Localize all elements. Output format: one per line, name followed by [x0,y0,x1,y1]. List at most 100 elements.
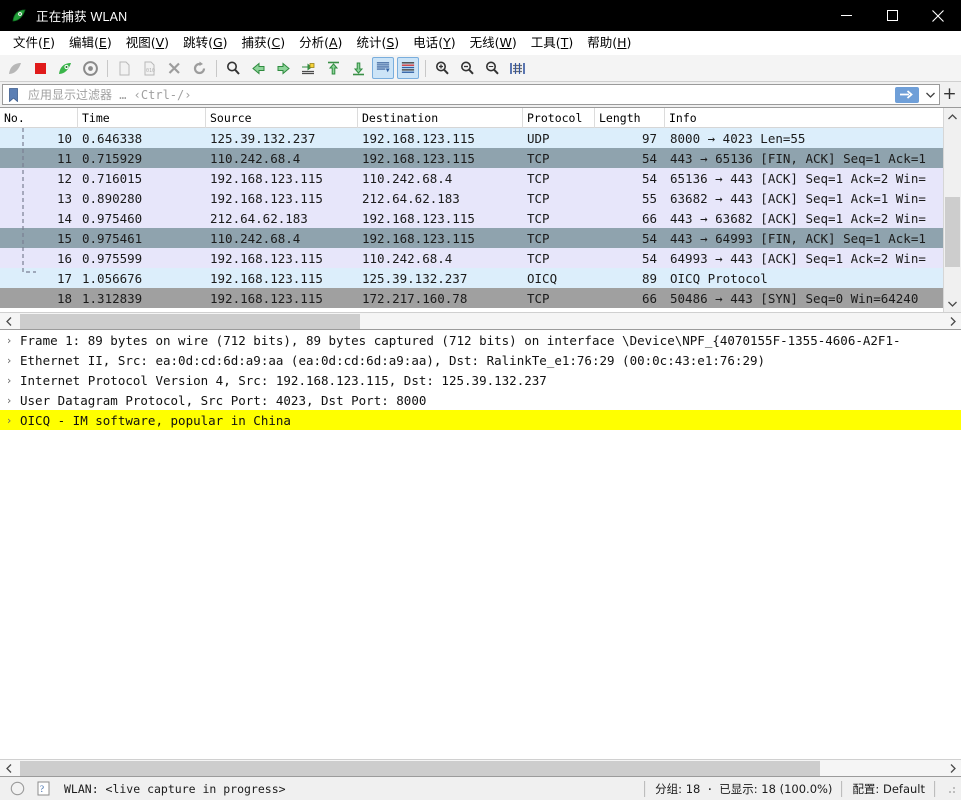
packet-row-protocol: UDP [527,130,550,146]
packet-details-hscroll-track[interactable] [17,760,944,777]
zoom-reset-icon[interactable] [481,57,503,79]
packet-detail-row[interactable]: › OICQ - IM software, popular in China [0,410,961,430]
find-packet-icon[interactable] [222,57,244,79]
menu-wireless[interactable]: 无线(W) [463,34,524,53]
expand-arrow-icon[interactable]: › [0,334,18,347]
column-header-length[interactable]: Length [595,107,665,128]
packet-row-protocol: OICQ [527,270,558,286]
packet-row-time: 0.646338 [82,130,143,146]
packet-row-length: 55 [641,190,657,206]
go-to-packet-icon[interactable] [297,57,319,79]
packet-row[interactable]: 10 0.646338 125.39.132.237 192.168.123.115 U… [0,128,943,148]
packet-detail-row[interactable]: › Internet Protocol Version 4, Src: 192.1… [0,370,961,390]
packet-row[interactable]: 16 0.975599 192.168.123.115 110.242.68.4 TCP… [0,248,943,268]
packet-row[interactable]: 11 0.715929 110.242.68.4 192.168.123.115 TCP… [0,148,943,168]
menu-help[interactable]: 帮助(H) [580,34,638,53]
minimize-button[interactable] [823,0,869,31]
resize-columns-icon[interactable] [506,57,528,79]
packet-row[interactable]: 13 0.890280 192.168.123.115 212.64.62.183 TC… [0,188,943,208]
start-capture-icon[interactable] [4,57,26,79]
column-header-info[interactable]: Info [665,108,943,128]
packet-row-no: 12 [56,170,72,186]
auto-scroll-icon[interactable] [372,57,394,79]
go-to-first-packet-icon[interactable] [322,57,344,79]
filter-history-dropdown[interactable] [922,84,940,105]
resize-grip-icon[interactable] [944,782,958,796]
scroll-left-icon[interactable] [0,313,17,330]
add-filter-button[interactable]: + [940,84,959,105]
colorize-packets-icon[interactable] [397,57,419,79]
packet-row[interactable]: 14 0.975460 212.64.62.183 192.168.123.115 TC… [0,208,943,228]
packet-list-vscroll-thumb[interactable] [945,197,960,267]
packet-detail-row[interactable]: › User Datagram Protocol, Src Port: 4023,… [0,390,961,410]
packet-list-vscrollbar[interactable] [943,108,961,312]
packet-details-hscroll-thumb[interactable] [20,760,820,776]
packet-row-no: 13 [56,190,72,206]
filter-bookmark-icon[interactable] [2,84,23,105]
packet-detail-row[interactable]: › Ethernet II, Src: ea:0d:cd:6d:a9:aa (ea… [0,350,961,370]
menu-capture[interactable]: 捕获(C) [235,34,293,53]
expand-arrow-icon[interactable]: › [0,414,18,427]
packet-list-hscroll-track[interactable] [17,313,944,330]
save-file-icon[interactable]: 010 [138,57,160,79]
restart-capture-icon[interactable] [54,57,76,79]
reload-file-icon[interactable] [188,57,210,79]
capture-options-icon[interactable] [79,57,101,79]
menu-view[interactable]: 视图(V) [119,34,176,53]
expert-info-icon[interactable] [8,780,26,798]
open-file-icon[interactable] [113,57,135,79]
go-to-last-packet-icon[interactable] [347,57,369,79]
packet-list-vscroll-track[interactable] [944,125,961,295]
zoom-in-icon[interactable] [431,57,453,79]
expand-arrow-icon[interactable]: › [0,374,18,387]
packet-row-destination: 192.168.123.115 [362,150,475,166]
menu-analyze[interactable]: 分析(A) [292,34,349,53]
packet-row[interactable]: 15 0.975461 110.242.68.4 192.168.123.115 TCP… [0,228,943,248]
menu-telephony[interactable]: 电话(Y) [406,34,462,53]
go-back-icon[interactable] [247,57,269,79]
scroll-right-icon[interactable] [944,313,961,330]
scroll-up-icon[interactable] [944,108,961,125]
wireshark-window: 正在捕获 WLAN 文件(F) 编辑(E) 视图(V) 跳转(G) 捕获(C) … [0,0,961,800]
profile-label: 配置: Default [852,781,925,796]
packet-list-hscrollbar[interactable] [0,312,961,329]
capture-file-properties-icon[interactable]: ? [34,780,52,798]
apply-filter-button[interactable] [892,84,922,105]
column-header-no[interactable]: No. [0,107,78,128]
column-header-destination[interactable]: Destination [358,107,523,128]
scroll-down-icon[interactable] [944,295,961,312]
column-header-protocol[interactable]: Protocol [523,107,595,128]
status-divider [934,780,936,797]
column-header-source[interactable]: Source [206,107,358,128]
packet-list-hscroll-thumb[interactable] [20,313,360,329]
close-file-icon[interactable] [163,57,185,79]
packet-row[interactable]: 18 1.312839 192.168.123.115 172.217.160.78 T… [0,288,943,308]
column-header-time[interactable]: Time [78,107,206,128]
expand-arrow-icon[interactable]: › [0,354,18,367]
packet-list-header: No. Time Source Destination Protocol Len… [0,107,943,128]
packet-detail-text: Frame 1: 89 bytes on wire (712 bits), 89… [20,332,901,348]
packet-row-source: 192.168.123.115 [210,290,323,306]
maximize-button[interactable] [869,0,915,31]
packet-row-info: 65136 → 443 [ACK] Seq=1 Ack=2 Win= [670,170,926,186]
zoom-out-icon[interactable] [456,57,478,79]
packet-row-length: 54 [641,250,657,266]
packet-detail-row[interactable]: › Frame 1: 89 bytes on wire (712 bits), 8… [0,330,961,350]
close-button[interactable] [915,0,961,31]
packet-row[interactable]: 12 0.716015 192.168.123.115 110.242.68.4 TCP… [0,168,943,188]
display-filter-input[interactable]: 应用显示过滤器 … ‹Ctrl-/› [23,84,892,105]
menu-edit[interactable]: 编辑(E) [62,34,119,53]
packet-row-length: 97 [641,130,657,146]
packet-details-hscrollbar[interactable] [0,759,961,776]
menu-file[interactable]: 文件(F) [6,34,62,53]
scroll-right-icon[interactable] [944,760,961,777]
go-forward-icon[interactable] [272,57,294,79]
stop-capture-icon[interactable] [29,57,51,79]
menu-statistics[interactable]: 统计(S) [349,34,406,53]
expand-arrow-icon[interactable]: › [0,394,18,407]
scroll-left-icon[interactable] [0,760,17,777]
packet-row-protocol: TCP [527,150,550,166]
packet-row[interactable]: 17 1.056676 192.168.123.115 125.39.132.237 O… [0,268,943,288]
menu-go[interactable]: 跳转(G) [176,34,234,53]
menu-tools[interactable]: 工具(T) [524,34,580,53]
